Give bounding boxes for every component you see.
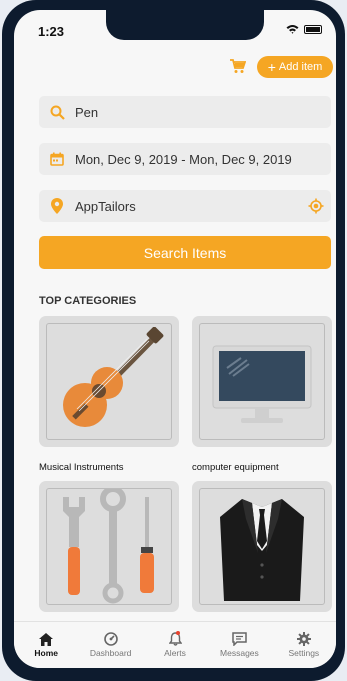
date-range-value: Mon, Dec 9, 2019 - Mon, Dec 9, 2019 <box>75 151 292 167</box>
tab-label: Dashboard <box>89 648 132 658</box>
category-card-computer-equipment[interactable] <box>192 316 332 447</box>
category-image-frame <box>199 323 325 440</box>
status-time: 1:23 <box>38 24 65 39</box>
cart-icon[interactable] <box>230 59 246 74</box>
calendar-icon <box>39 152 75 166</box>
home-icon <box>39 632 54 646</box>
tab-label: Home <box>34 647 59 658</box>
tab-messages[interactable]: Messages <box>207 622 271 668</box>
tab-settings[interactable]: Settings <box>272 622 336 668</box>
date-range-field[interactable]: Mon, Dec 9, 2019 - Mon, Dec 9, 2019 <box>39 143 331 175</box>
suit-icon <box>220 499 304 601</box>
phone-frame: 1:23 + Add item Pen Mon, Dec 9, 2019 - M… <box>2 0 345 681</box>
category-image-frame <box>46 323 172 440</box>
category-label: Musical Instruments <box>39 462 124 473</box>
battery-icon <box>304 24 322 34</box>
monitor-icon <box>212 345 312 423</box>
category-image-frame <box>46 488 172 605</box>
wifi-icon <box>286 25 299 34</box>
section-title: TOP CATEGORIES <box>39 295 137 307</box>
tab-label: Messages <box>220 648 259 658</box>
status-icons <box>286 24 322 34</box>
guitar-icon <box>63 326 164 427</box>
category-card-musical-instruments[interactable] <box>39 316 179 447</box>
plus-icon: + <box>267 59 276 75</box>
dashboard-icon <box>103 632 118 646</box>
category-card-tools[interactable] <box>39 481 179 612</box>
tab-home[interactable]: Home <box>14 622 78 668</box>
bottom-tab-bar: Home Dashboard Alerts Messages Settings <box>14 621 336 668</box>
search-icon <box>39 105 75 120</box>
search-field[interactable]: Pen <box>39 96 331 128</box>
app-screen: 1:23 + Add item Pen Mon, Dec 9, 2019 - M… <box>14 10 336 668</box>
tab-alerts[interactable]: Alerts <box>143 622 207 668</box>
tab-label: Alerts <box>164 648 186 658</box>
add-item-button[interactable]: + Add item <box>257 56 333 78</box>
category-card-suits[interactable] <box>192 481 332 612</box>
my-location-icon[interactable] <box>301 198 331 214</box>
location-pin-icon <box>39 198 75 214</box>
category-image-frame <box>199 488 325 605</box>
tools-icon <box>63 489 154 604</box>
search-input[interactable]: Pen <box>75 105 331 120</box>
add-item-label: Add item <box>278 61 323 73</box>
gear-icon <box>296 632 311 646</box>
tab-label: Settings <box>288 648 320 658</box>
message-icon <box>232 632 247 646</box>
search-items-button[interactable]: Search Items <box>39 236 331 269</box>
location-value: AppTailors <box>75 198 136 214</box>
tab-dashboard[interactable]: Dashboard <box>78 622 142 668</box>
notch <box>106 10 264 40</box>
category-label: computer equipment <box>192 462 279 473</box>
location-field[interactable]: AppTailors <box>39 190 331 222</box>
